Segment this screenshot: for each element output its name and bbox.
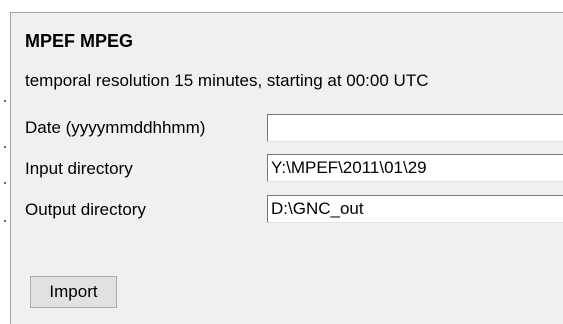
input-directory-input[interactable] [267,154,563,182]
date-label: Date (yyyymmddhhmm) [25,118,206,137]
rail-dot [4,182,6,184]
output-directory-label: Output directory [25,200,146,219]
left-dotted-rail [0,0,9,324]
date-input[interactable] [267,114,563,142]
panel-title: MPEF MPEG [25,31,134,51]
rail-dot [4,146,6,148]
import-panel: MPEF MPEG temporal resolution 15 minutes… [10,12,563,324]
input-directory-label: Input directory [25,159,133,178]
rail-dot [4,220,6,222]
output-directory-input[interactable] [267,195,563,223]
rail-dot [4,100,6,102]
panel-description: temporal resolution 15 minutes, starting… [25,71,429,90]
import-button[interactable]: Import [30,276,117,308]
